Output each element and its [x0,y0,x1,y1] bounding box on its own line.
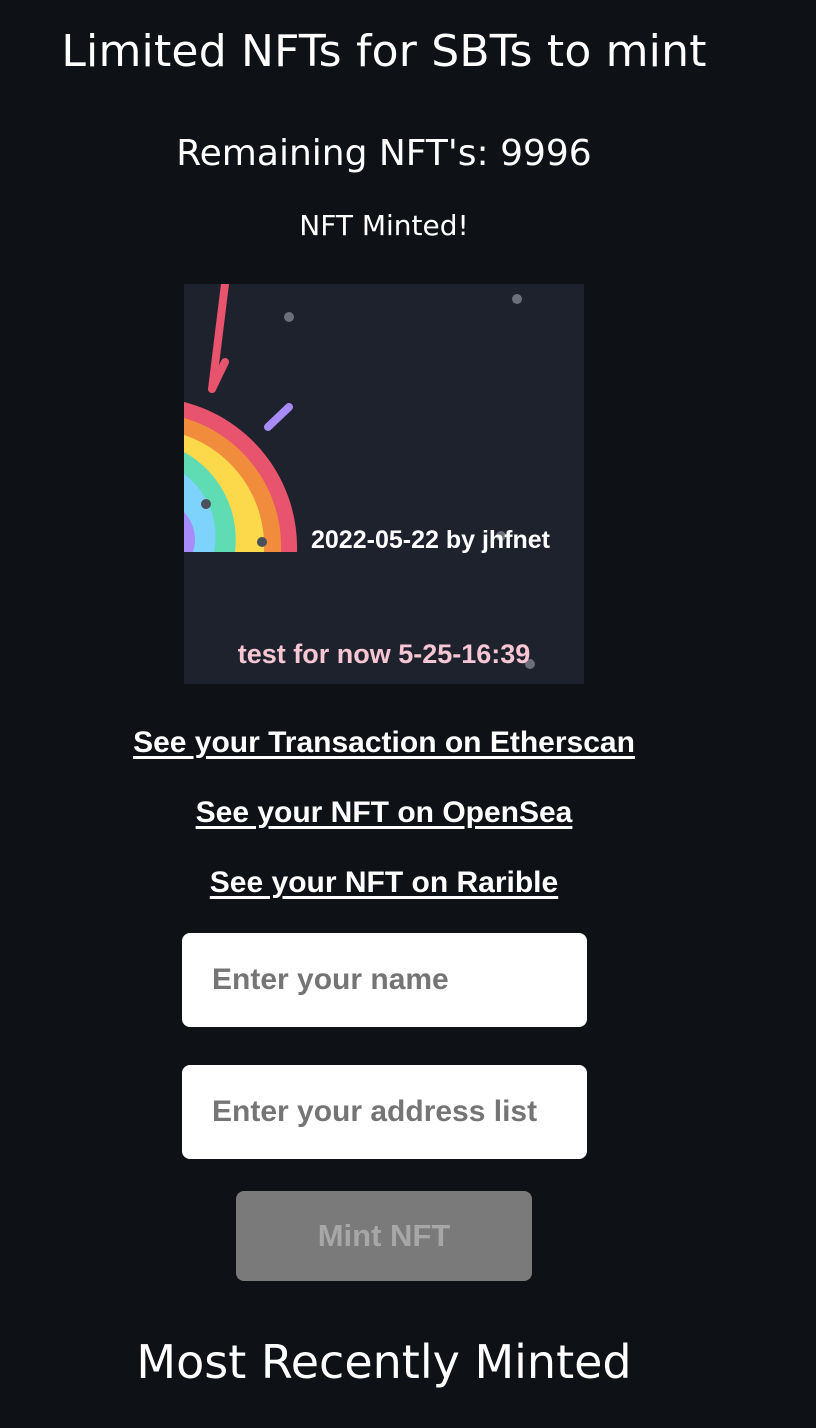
opensea-link[interactable]: See your NFT on OpenSea [0,793,768,833]
name-input[interactable] [182,933,587,1027]
address-list-input[interactable] [182,1065,587,1159]
rarible-link[interactable]: See your NFT on Rarible [0,863,768,903]
rainbow-icon [184,284,535,669]
mint-nft-button[interactable]: Mint NFT [236,1191,532,1281]
recently-minted-heading: Most Recently Minted [136,1335,632,1389]
nft-image [184,284,584,684]
nft-test-text: test for now 5-25-16:39 [237,639,531,669]
etherscan-link[interactable]: See your Transaction on Etherscan [0,723,768,763]
remaining-count: Remaining NFT's: 9996 [176,133,592,174]
page-title: Limited NFTs for SBTs to mint [61,26,707,77]
mint-status: NFT Minted! [299,209,469,242]
nft-caption: 2022-05-22 by jhfnet [311,526,550,554]
